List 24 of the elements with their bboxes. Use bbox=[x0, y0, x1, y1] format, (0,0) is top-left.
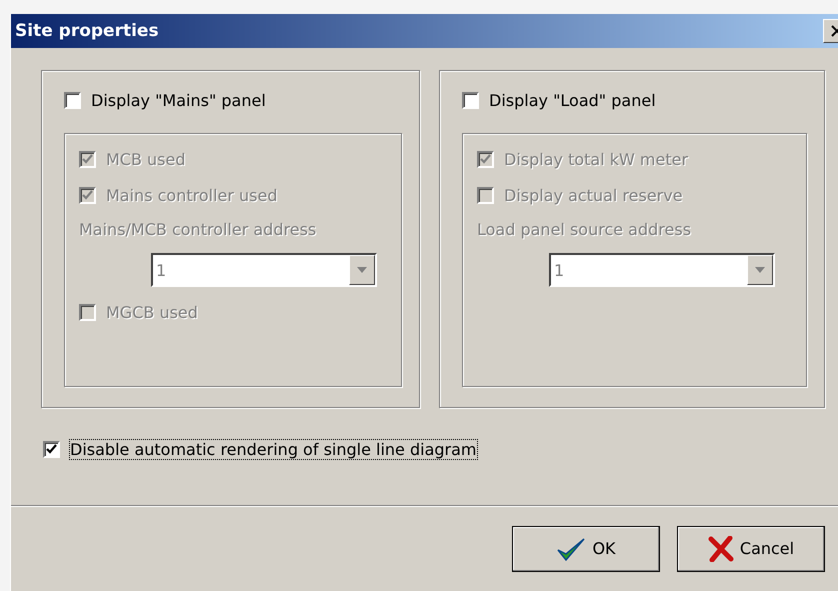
checkbox-label: Display actual reserve bbox=[504, 186, 683, 204]
dropdown-value: 1 bbox=[554, 260, 564, 280]
checkbox-label: Display "Load" panel bbox=[489, 90, 656, 110]
checkbox-label: Disable automatic rendering of single line diagram bbox=[70, 440, 477, 458]
dropdown-value: 1 bbox=[156, 260, 166, 280]
checkbox[interactable] bbox=[64, 92, 81, 108]
checkbox-label: Mains controller used bbox=[106, 186, 278, 204]
checkbox[interactable] bbox=[43, 440, 60, 458]
check-icon bbox=[82, 154, 93, 164]
checkbox-label: MCB used bbox=[106, 150, 186, 168]
field-label: Load panel source address bbox=[477, 220, 692, 239]
checkbox-label: Display total kW meter bbox=[504, 150, 688, 168]
field-label: Mains/MCB controller address bbox=[79, 220, 318, 239]
checkmark-icon bbox=[556, 536, 586, 562]
checkbox[interactable] bbox=[462, 92, 479, 108]
check-icon bbox=[46, 444, 57, 454]
check-icon bbox=[82, 190, 93, 200]
checkbox-label: MGCB used bbox=[106, 302, 198, 322]
checkbox-label: Display "Mains" panel bbox=[91, 90, 266, 110]
ok-button[interactable]: OK bbox=[512, 526, 660, 572]
check-icon bbox=[480, 154, 491, 164]
window-title: Site properties bbox=[15, 21, 159, 41]
cancel-button[interactable]: Cancel bbox=[677, 526, 825, 572]
cross-icon bbox=[708, 536, 734, 562]
